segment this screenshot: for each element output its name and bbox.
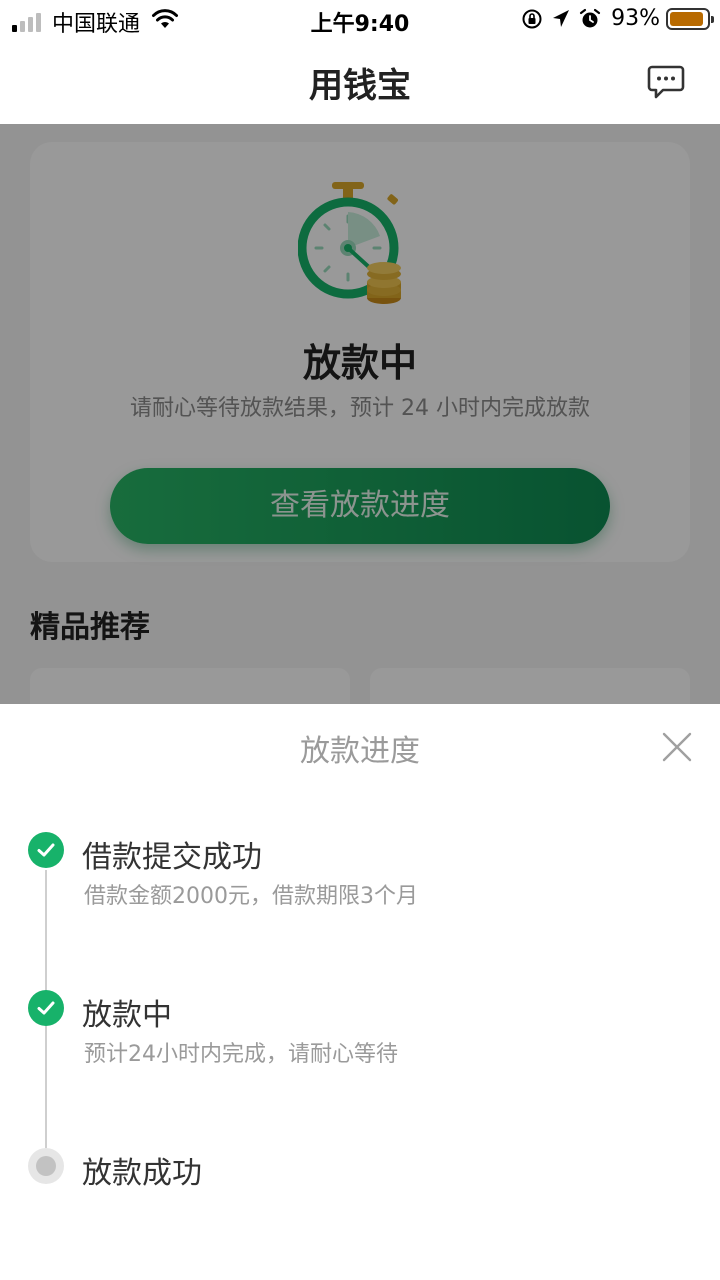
check-circle-icon <box>28 832 64 868</box>
step-title: 放款中 <box>82 998 172 1033</box>
close-icon <box>662 732 692 762</box>
battery-fill <box>670 11 704 26</box>
battery-icon <box>666 7 714 30</box>
pending-dot-icon <box>28 1148 64 1184</box>
status-left: 中国联通 <box>12 6 180 38</box>
status-right: 93% <box>513 6 714 31</box>
status-bar: 中国联通 上午9:40 93% <box>0 0 720 40</box>
step-description: 借款金额2000元，借款期限3个月 <box>84 884 418 909</box>
chat-bubble-icon <box>647 65 685 99</box>
step-title: 放款成功 <box>82 1156 202 1191</box>
step-title: 借款提交成功 <box>82 840 262 875</box>
timeline-connector <box>45 1026 47 1148</box>
message-button[interactable] <box>646 62 686 102</box>
rotation-lock-icon <box>521 8 543 30</box>
timeline-connector <box>45 870 47 992</box>
check-circle-icon <box>28 990 64 1026</box>
sheet-title: 放款进度 <box>300 734 420 769</box>
step-description: 预计24小时内完成，请耐心等待 <box>84 1042 398 1067</box>
close-button[interactable] <box>660 730 694 764</box>
carrier-name: 中国联通 <box>52 12 141 37</box>
progress-sheet: 放款进度 借款提交成功 借款金额2000元，借款期限3个月 放款中 预计24小时… <box>0 704 720 1280</box>
wifi-icon <box>150 8 180 36</box>
nav-bar: 用钱宝 <box>0 40 720 124</box>
location-arrow-icon <box>551 8 571 30</box>
signal-strength-icon <box>12 12 44 32</box>
alarm-icon <box>579 8 601 30</box>
page-title: 用钱宝 <box>309 66 411 106</box>
battery-percent: 93% <box>611 6 660 31</box>
modal-backdrop[interactable] <box>0 124 720 704</box>
